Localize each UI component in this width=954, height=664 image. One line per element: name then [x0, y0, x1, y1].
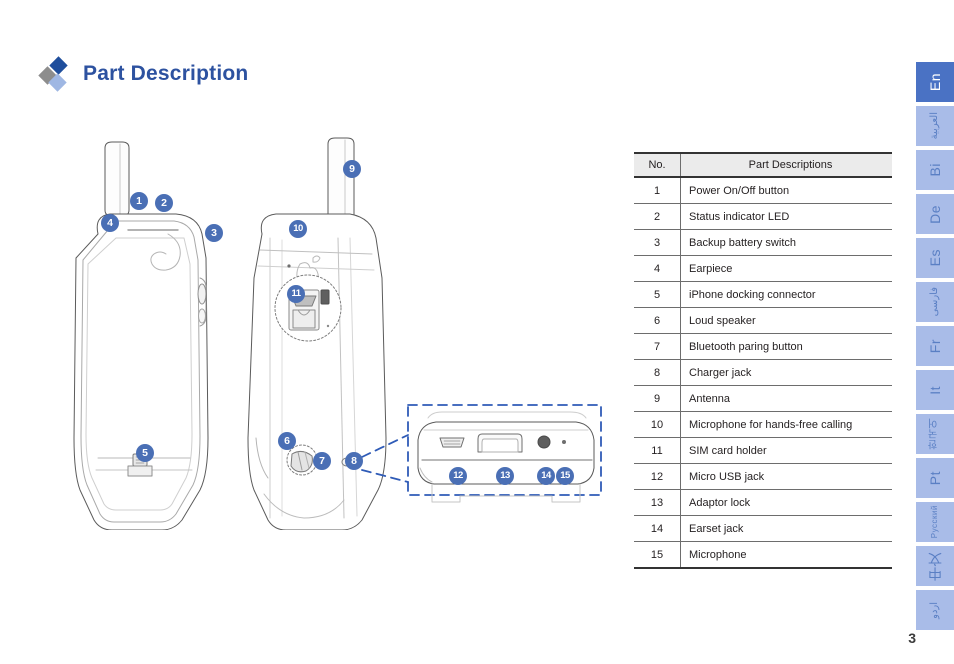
table-row: 10 Microphone for hands-free calling: [634, 411, 892, 438]
page-title: Part Description: [83, 62, 249, 85]
table-cell-no: 14: [634, 515, 681, 542]
language-tab-10[interactable]: Pt: [916, 458, 954, 498]
language-tab-label: En: [927, 72, 943, 92]
page-number: 3: [908, 630, 916, 646]
table-row: 14 Earset jack: [634, 515, 892, 542]
language-tab-6[interactable]: فارسی: [916, 282, 954, 322]
table-row: 3 Backup battery switch: [634, 229, 892, 256]
callout-badge-1: 1: [130, 192, 148, 210]
table-cell-description: Antenna: [680, 385, 892, 412]
column-header-no: No.: [634, 152, 681, 178]
table-row: 11 SIM card holder: [634, 437, 892, 464]
table-cell-description: iPhone docking connector: [680, 281, 892, 308]
table-cell-description: Backup battery switch: [680, 229, 892, 256]
language-tab-label: Es: [927, 249, 943, 267]
table-cell-no: 6: [634, 307, 681, 334]
table-row: 6 Loud speaker: [634, 307, 892, 334]
table-row: 1 Power On/Off button: [634, 177, 892, 204]
callout-badge-10: 10: [289, 220, 307, 238]
table-cell-description: Micro USB jack: [680, 463, 892, 490]
callout-badge-15: 15: [556, 467, 574, 485]
language-tab-label: Fr: [927, 338, 943, 354]
callout-badge-7: 7: [313, 452, 331, 470]
language-tab-label: فارسی: [929, 287, 940, 317]
table-row: 4 Earpiece: [634, 255, 892, 282]
language-tab-13[interactable]: اردو: [916, 590, 954, 630]
table-cell-no: 8: [634, 359, 681, 386]
language-tab-11[interactable]: Русский: [916, 502, 954, 542]
table-cell-no: 3: [634, 229, 681, 256]
table-cell-description: Power On/Off button: [680, 177, 892, 204]
language-tab-label: Русский: [930, 505, 939, 539]
table-cell-no: 2: [634, 203, 681, 230]
table-row: 8 Charger jack: [634, 359, 892, 386]
device-line-art: [73, 137, 602, 530]
language-tab-7[interactable]: Fr: [916, 326, 954, 366]
table-cell-no: 13: [634, 489, 681, 516]
language-sidebar: En العربية Bi De Es فارسی Fr It 한국어 Pt Русский 中文 ار…: [916, 62, 954, 634]
callout-badge-12: 12: [449, 467, 467, 485]
callout-badge-6: 6: [278, 432, 296, 450]
table-row: 2 Status indicator LED: [634, 203, 892, 230]
table-cell-description: Charger jack: [680, 359, 892, 386]
language-tab-label: Bi: [927, 163, 943, 177]
parts-description-table: No. Part Descriptions 1 Power On/Off butt…: [634, 152, 892, 569]
table-row: 15 Microphone: [634, 541, 892, 569]
language-tab-label: De: [927, 204, 943, 224]
table-cell-description: Microphone: [680, 541, 892, 569]
language-tab-8[interactable]: It: [916, 370, 954, 410]
language-tab-5[interactable]: Es: [916, 238, 954, 278]
language-tab-1[interactable]: En: [916, 62, 954, 102]
table-cell-no: 15: [634, 541, 681, 569]
table-cell-no: 5: [634, 281, 681, 308]
table-cell-no: 11: [634, 437, 681, 464]
callout-badge-9: 9: [343, 160, 361, 178]
table-row: 12 Micro USB jack: [634, 463, 892, 490]
table-cell-no: 1: [634, 177, 681, 204]
table-cell-no: 12: [634, 463, 681, 490]
callout-badge-13: 13: [496, 467, 514, 485]
language-tab-label: 한국어: [929, 418, 940, 450]
table-row: 5 iPhone docking connector: [634, 281, 892, 308]
callout-badge-4: 4: [101, 214, 119, 232]
table-header-row: No. Part Descriptions: [634, 152, 892, 178]
table-cell-description: Loud speaker: [680, 307, 892, 334]
language-tab-9[interactable]: 한국어: [916, 414, 954, 454]
page-header: Part Description: [38, 56, 248, 92]
language-tab-label: العربية: [929, 112, 940, 140]
callout-badge-11: 11: [287, 285, 305, 303]
table-cell-no: 7: [634, 333, 681, 360]
table-cell-description: Earset jack: [680, 515, 892, 542]
language-tab-3[interactable]: Bi: [916, 150, 954, 190]
diamond-cluster-icon: [38, 56, 74, 92]
table-cell-description: Adaptor lock: [680, 489, 892, 516]
table-row: 7 Bluetooth paring button: [634, 333, 892, 360]
table-cell-description: Microphone for hands-free calling: [680, 411, 892, 438]
language-tab-12[interactable]: 中文: [916, 546, 954, 586]
table-cell-no: 4: [634, 255, 681, 282]
language-tab-4[interactable]: De: [916, 194, 954, 234]
table-cell-no: 10: [634, 411, 681, 438]
table-cell-no: 9: [634, 385, 681, 412]
table-cell-description: Bluetooth paring button: [680, 333, 892, 360]
callout-badge-3: 3: [205, 224, 223, 242]
table-cell-description: Earpiece: [680, 255, 892, 282]
table-row: 13 Adaptor lock: [634, 489, 892, 516]
language-tab-label: Pt: [927, 470, 943, 486]
table-cell-description: SIM card holder: [680, 437, 892, 464]
callout-badge-2: 2: [155, 194, 173, 212]
table-row: 9 Antenna: [634, 385, 892, 412]
callout-badge-8: 8: [345, 452, 363, 470]
device-illustration: 1 2 3 4 5 6 7 8 9 10 11 12 13 14 15: [40, 130, 620, 530]
column-header-desc: Part Descriptions: [680, 152, 892, 178]
callout-badge-14: 14: [537, 467, 555, 485]
language-tab-label: 中文: [927, 551, 943, 581]
callout-badge-5: 5: [136, 444, 154, 462]
table-cell-description: Status indicator LED: [680, 203, 892, 230]
language-tab-label: اردو: [929, 601, 940, 619]
language-tab-label: It: [927, 385, 943, 395]
language-tab-2[interactable]: العربية: [916, 106, 954, 146]
